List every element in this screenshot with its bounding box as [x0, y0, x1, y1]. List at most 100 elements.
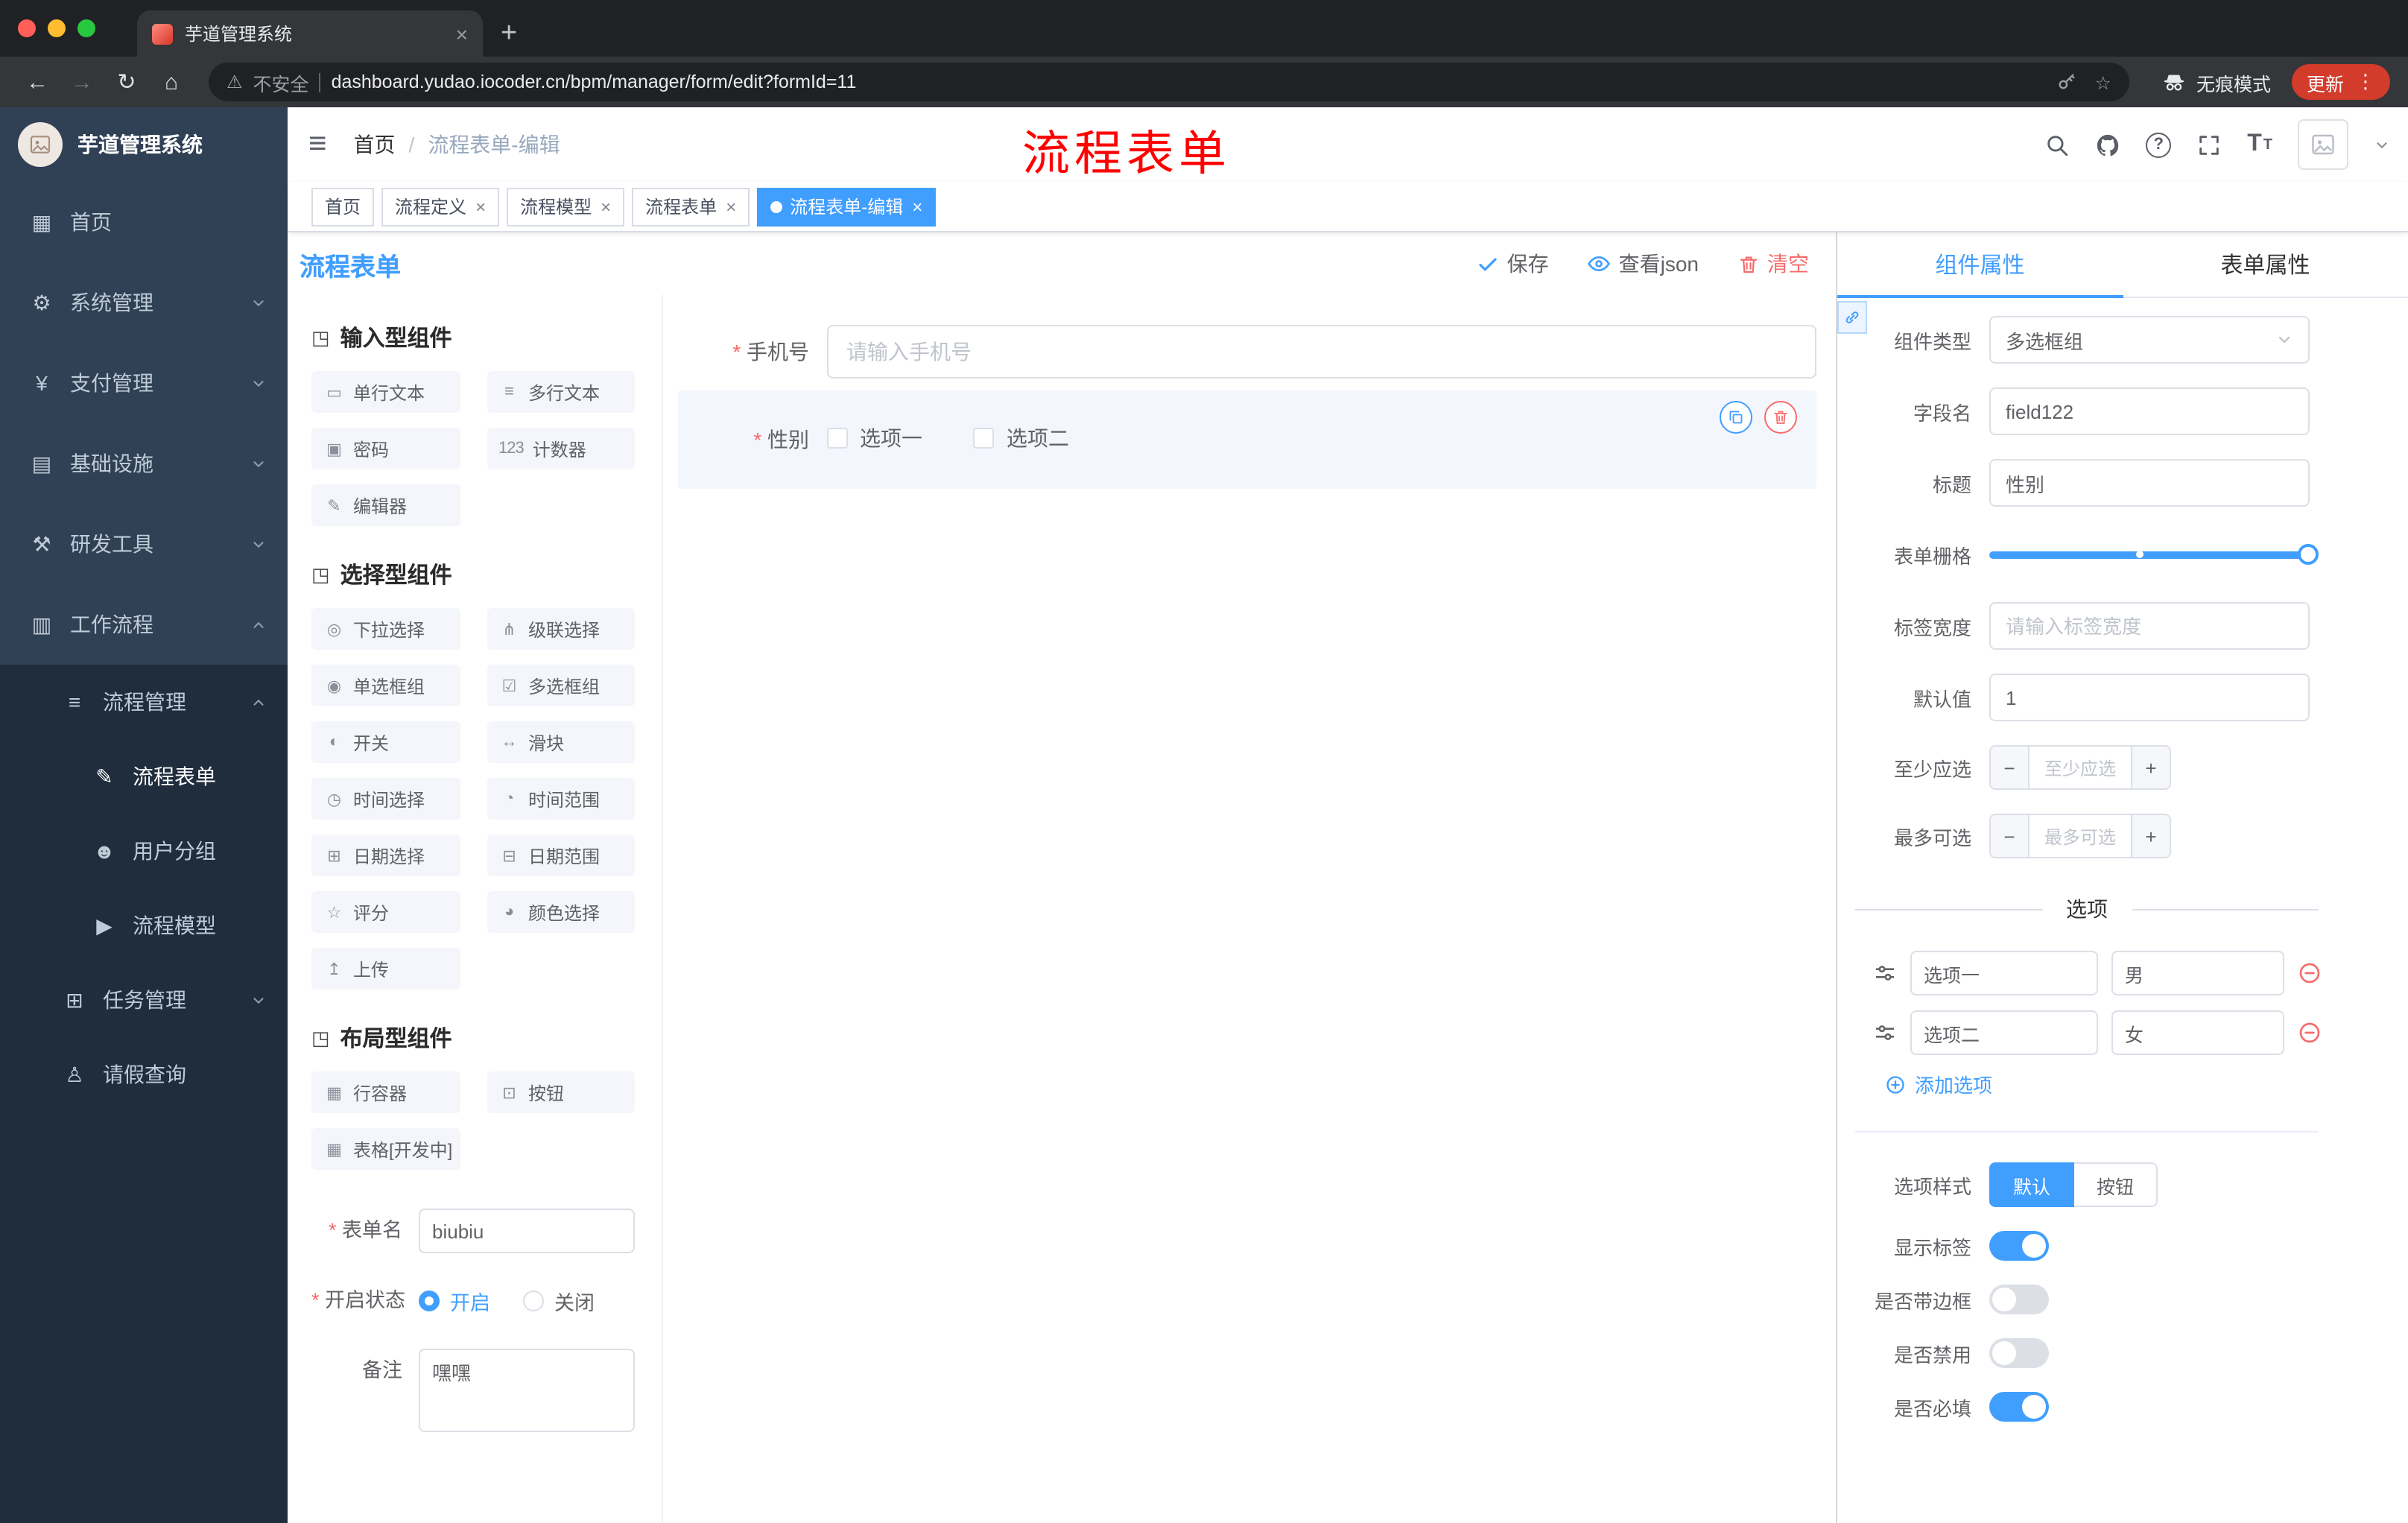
option-value-input[interactable] [2111, 951, 2284, 995]
component-type-select[interactable]: 多选框组 [1989, 316, 2310, 364]
palette-item-time-picker[interactable]: ◷ 时间选择 [311, 778, 460, 820]
palette-item-radio-group[interactable]: ◉ 单选框组 [311, 665, 460, 706]
key-icon[interactable] [2056, 72, 2077, 92]
avatar[interactable] [2298, 119, 2348, 170]
sidebar-item-payment-management[interactable]: ¥ 支付管理 [0, 343, 288, 423]
increase-button[interactable]: + [2131, 747, 2170, 788]
breadcrumb-home[interactable]: 首页 [354, 130, 396, 159]
tag-process-definition[interactable]: 流程定义 × [381, 187, 500, 226]
sidebar-item-user-group[interactable]: ☻ 用户分组 [0, 814, 288, 888]
tab-form-props[interactable]: 表单属性 [2123, 232, 2408, 297]
sidebar-item-process-management[interactable]: ≡ 流程管理 [0, 665, 288, 739]
tag-close-icon[interactable]: × [726, 196, 736, 217]
palette-item-switch[interactable]: ◐ 开关 [311, 721, 460, 763]
url-bar[interactable]: ⚠ 不安全 dashboard.yudao.iocoder.cn/bpm/man… [209, 63, 2129, 101]
sidebar-item-leave-query[interactable]: ♙ 请假查询 [0, 1037, 288, 1112]
slider-handle[interactable] [2298, 544, 2319, 565]
palette-item-row-container[interactable]: ▦ 行容器 [311, 1071, 460, 1113]
link-icon[interactable] [1837, 301, 1867, 334]
browser-tab[interactable]: 芋道管理系统 × [137, 10, 483, 57]
palette-item-counter[interactable]: 123 计数器 [487, 428, 635, 469]
palette-item-editor[interactable]: ✎ 编辑器 [311, 484, 460, 526]
increase-button[interactable]: + [2131, 815, 2170, 857]
home-button[interactable]: ⌂ [152, 69, 191, 95]
option-style-button-button[interactable]: 按钮 [2074, 1162, 2158, 1207]
forward-button[interactable]: → [63, 69, 101, 95]
avatar-caret-icon[interactable] [2374, 136, 2390, 153]
option-drag-handle[interactable] [1873, 961, 1897, 985]
decrease-button[interactable]: − [1991, 815, 2030, 857]
search-icon[interactable] [2044, 132, 2070, 157]
save-button[interactable]: 保存 [1477, 249, 1549, 279]
form-grid-slider[interactable] [1989, 531, 2319, 578]
window-close-button[interactable] [18, 19, 36, 37]
back-button[interactable]: ← [18, 69, 57, 95]
palette-item-table[interactable]: ▦ 表格[开发中] [311, 1128, 460, 1170]
palette-item-multi-line-text[interactable]: ≡ 多行文本 [487, 371, 635, 413]
remark-textarea[interactable]: 嘿嘿 [419, 1349, 635, 1432]
min-select-value[interactable]: 至少应选 [2030, 747, 2131, 788]
tag-close-icon[interactable]: × [475, 196, 486, 217]
palette-item-single-line-text[interactable]: ▭ 单行文本 [311, 371, 460, 413]
help-icon[interactable]: ? [2146, 132, 2172, 157]
decrease-button[interactable]: − [1991, 747, 2030, 788]
status-off-radio[interactable]: 关闭 [523, 1286, 595, 1316]
palette-item-rate[interactable]: ☆ 评分 [311, 891, 460, 933]
title-input[interactable] [1989, 459, 2310, 507]
option1-checkbox[interactable]: 选项一 [827, 423, 922, 453]
sidebar-item-workflow[interactable]: ▥ 工作流程 [0, 584, 288, 665]
reload-button[interactable]: ↻ [107, 69, 146, 95]
required-toggle[interactable] [1989, 1392, 2049, 1422]
option-drag-handle[interactable] [1873, 1021, 1897, 1045]
fullscreen-icon[interactable] [2196, 132, 2222, 157]
new-tab-button[interactable]: + [501, 18, 517, 51]
show-label-toggle[interactable] [1989, 1231, 2049, 1261]
tag-close-icon[interactable]: × [601, 196, 611, 217]
palette-item-select[interactable]: ◎ 下拉选择 [311, 608, 460, 650]
option-style-default-button[interactable]: 默认 [1989, 1162, 2075, 1207]
bookmark-star-icon[interactable]: ☆ [2095, 71, 2111, 93]
option2-checkbox[interactable]: 选项二 [973, 423, 1069, 453]
tag-process-form-edit[interactable]: 流程表单-编辑 × [757, 187, 937, 226]
phone-input[interactable] [827, 325, 1816, 379]
field-name-input[interactable] [1989, 387, 2310, 435]
phone-field[interactable]: 手机号 [678, 325, 1816, 379]
label-width-input[interactable] [1989, 602, 2310, 650]
view-json-button[interactable]: 查看json [1588, 249, 1699, 279]
security-warning-icon[interactable]: ⚠ [226, 72, 243, 92]
window-minimize-button[interactable] [48, 19, 66, 37]
add-option-button[interactable]: 添加选项 [1885, 1070, 2363, 1098]
option-value-input[interactable] [2111, 1010, 2284, 1055]
sidebar-item-home[interactable]: ▦ 首页 [0, 182, 288, 262]
tab-component-props[interactable]: 组件属性 [1837, 232, 2123, 298]
update-button[interactable]: 更新 ⋮ [2291, 64, 2390, 100]
sidebar-item-task-management[interactable]: ⊞ 任务管理 [0, 963, 288, 1037]
palette-item-cascader[interactable]: ⋔ 级联选择 [487, 608, 635, 650]
palette-item-color-picker[interactable]: ◕ 颜色选择 [487, 891, 635, 933]
sidebar-item-devtools[interactable]: ⚒ 研发工具 [0, 504, 288, 584]
font-size-icon[interactable]: TT [2247, 131, 2272, 158]
gender-field-selected[interactable]: 性别 选项一 选项二 [678, 390, 1816, 489]
sidebar-item-system-management[interactable]: ⚙ 系统管理 [0, 262, 288, 343]
disabled-toggle[interactable] [1989, 1338, 2049, 1368]
sidebar-item-process-model[interactable]: ▶ 流程模型 [0, 888, 288, 963]
option-remove-button[interactable] [2298, 961, 2322, 985]
border-toggle[interactable] [1989, 1285, 2049, 1314]
max-select-value[interactable]: 最多可选 [2030, 815, 2131, 857]
menu-dots-icon[interactable]: ⋮ [2356, 70, 2375, 94]
palette-item-time-range[interactable]: ◔ 时间范围 [487, 778, 635, 820]
tag-close-icon[interactable]: × [912, 196, 922, 217]
palette-item-date-range[interactable]: ⊟ 日期范围 [487, 835, 635, 876]
palette-item-checkbox-group[interactable]: ☑ 多选框组 [487, 665, 635, 706]
github-icon[interactable] [2095, 132, 2120, 157]
delete-widget-button[interactable] [1764, 401, 1797, 434]
tag-process-form[interactable]: 流程表单 × [632, 187, 750, 226]
default-value-input[interactable] [1989, 674, 2310, 721]
option-remove-button[interactable] [2298, 1021, 2322, 1045]
palette-item-slider[interactable]: ↔ 滑块 [487, 721, 635, 763]
palette-item-date-picker[interactable]: ⊞ 日期选择 [311, 835, 460, 876]
palette-item-upload[interactable]: ↥ 上传 [311, 948, 460, 990]
clear-button[interactable]: 清空 [1737, 249, 1809, 279]
palette-item-button[interactable]: ⊡ 按钮 [487, 1071, 635, 1113]
copy-widget-button[interactable] [1720, 401, 1752, 434]
